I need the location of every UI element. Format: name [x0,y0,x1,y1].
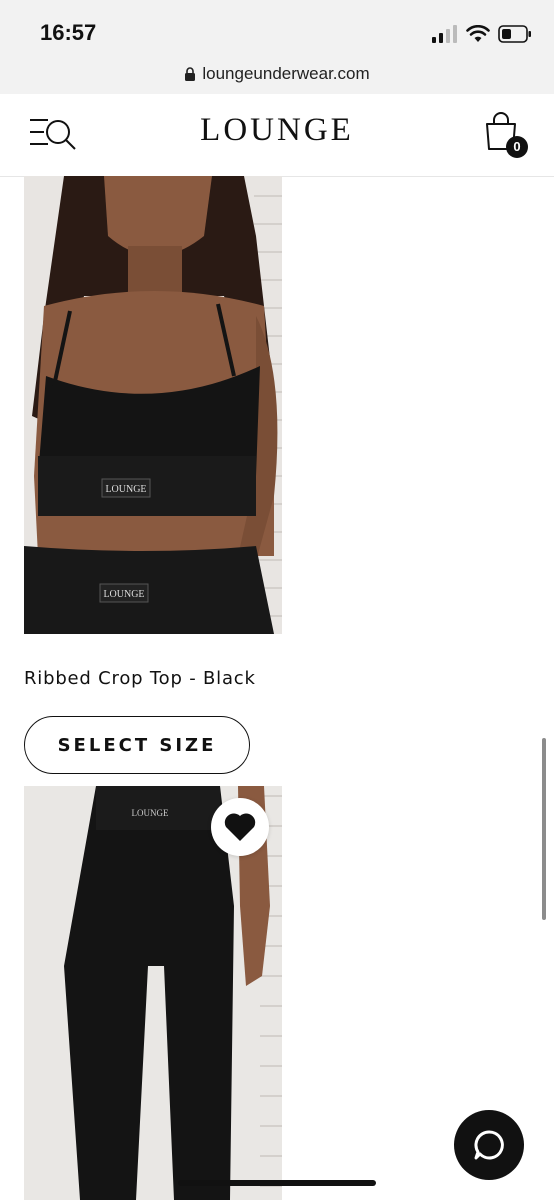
system-icons [432,22,532,46]
heart-icon [224,813,256,841]
clock: 16:57 [40,20,97,45]
lock-icon [185,66,196,81]
address-bar[interactable]: loungeunderwear.com [0,54,554,95]
chat-button[interactable] [454,1110,524,1180]
battery-icon [498,25,531,43]
garment-label: LOUNGE [132,808,169,818]
cart-button[interactable]: 0 [484,112,528,158]
wifi-icon [466,25,490,42]
signal-icon [432,25,457,43]
product-image-crop-top[interactable]: LOUNGE LOUNGE [24,176,282,634]
garment-label: LOUNGE [105,484,146,495]
url-text: loungeunderwear.com [202,64,370,83]
wishlist-button[interactable] [211,798,269,856]
garment-label-2: LOUNGE [103,589,144,600]
select-size-button[interactable]: SELECT SIZE [24,716,250,774]
brand-logo[interactable]: LOUNGE [0,112,554,149]
product-title[interactable]: Ribbed Crop Top - Black [24,668,256,689]
status-bar: 16:57 [0,0,554,60]
crop-top-photo: LOUNGE LOUNGE [24,176,282,634]
cart-count-badge: 0 [506,136,528,158]
site-header: LOUNGE 0 [0,94,554,177]
home-indicator[interactable] [178,1180,376,1186]
scrollbar[interactable] [542,738,546,920]
chat-bubble-icon [474,1130,504,1160]
